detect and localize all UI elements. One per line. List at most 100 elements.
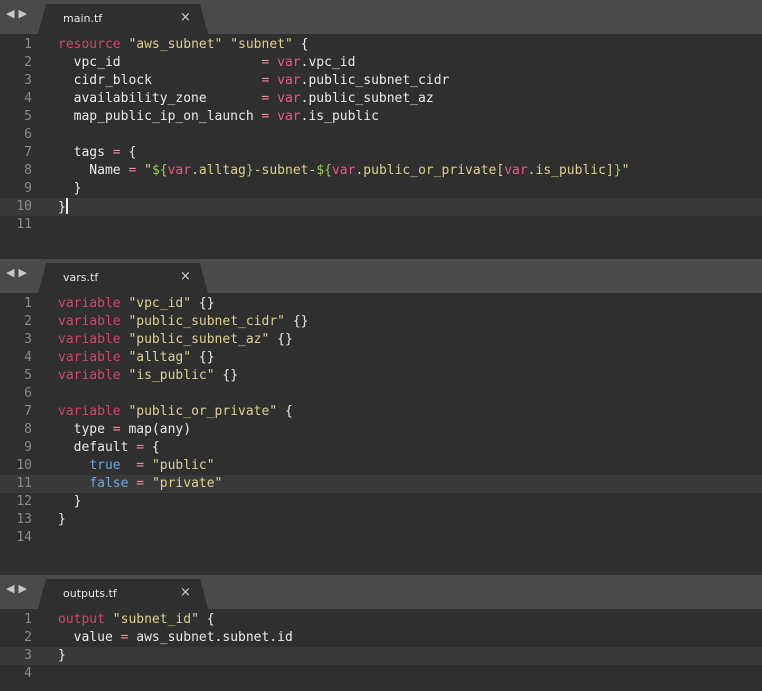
code-line[interactable]: 4 variable "alltag" {} bbox=[0, 349, 762, 367]
line-number: 4 bbox=[24, 350, 32, 365]
code-editor[interactable]: 1 output "subnet_id" {2 value = aws_subne… bbox=[0, 609, 762, 691]
code-line[interactable]: 3 variable "public_subnet_az" {} bbox=[0, 331, 762, 349]
code-editor[interactable]: 1 variable "vpc_id" {} 2 variable "public_s… bbox=[0, 293, 762, 573]
line-content: type = map(any) bbox=[58, 421, 191, 439]
code-line[interactable]: 10 true = "public" bbox=[0, 457, 762, 475]
code-token: vpc_id bbox=[58, 55, 262, 70]
code-token: "public" bbox=[151, 458, 215, 473]
code-line[interactable]: 9 } bbox=[0, 180, 762, 198]
code-token: "subnet_id" bbox=[112, 612, 199, 627]
tab-title: outputs.tf bbox=[63, 587, 117, 600]
code-token: default bbox=[58, 440, 137, 455]
code-token: variable bbox=[58, 332, 121, 347]
line-content: variable "vpc_id" {} bbox=[58, 295, 215, 313]
code-token: ${ bbox=[316, 163, 332, 178]
code-line[interactable]: 2 vpc_id = var.vpc_id bbox=[0, 54, 762, 72]
close-icon[interactable]: × bbox=[180, 269, 191, 284]
code-token: "aws_subnet" bbox=[128, 37, 223, 52]
line-content: } bbox=[58, 198, 68, 217]
line-number: 2 bbox=[24, 55, 32, 70]
code-token: value bbox=[58, 630, 121, 645]
code-token: "alltag" bbox=[128, 350, 192, 365]
code-token: true bbox=[89, 458, 121, 473]
code-line[interactable]: 8 Name = "${var.alltag}-subnet-${var.pub… bbox=[0, 162, 762, 180]
tab-vars-tf[interactable]: vars.tf × bbox=[38, 263, 208, 293]
code-line[interactable]: 8 type = map(any) bbox=[0, 421, 762, 439]
code-token: = bbox=[112, 145, 121, 160]
forward-arrow-icon[interactable]: ▶ bbox=[18, 266, 30, 279]
line-number: 5 bbox=[24, 109, 32, 124]
close-icon[interactable]: × bbox=[180, 585, 191, 600]
back-arrow-icon[interactable]: ◀ bbox=[6, 7, 18, 20]
line-content: Name = "${var.alltag}-subnet-${var.publi… bbox=[58, 162, 629, 180]
code-line[interactable]: 12 } bbox=[0, 493, 762, 511]
code-line[interactable]: 5 variable "is_public" {} bbox=[0, 367, 762, 385]
code-line[interactable]: 2 value = aws_subnet.subnet.id bbox=[0, 629, 762, 647]
code-editor[interactable]: 1 resource "aws_subnet" "subnet" {2 vpc_i… bbox=[0, 34, 762, 258]
tab-outputs-tf[interactable]: outputs.tf × bbox=[38, 579, 208, 609]
code-line[interactable]: 5 map_public_ip_on_launch = var.is_publi… bbox=[0, 108, 762, 126]
line-number: 14 bbox=[16, 530, 32, 545]
tab-title: main.tf bbox=[63, 12, 103, 25]
code-token: variable bbox=[58, 368, 121, 383]
code-line[interactable]: 6 bbox=[0, 385, 762, 403]
code-token: "private" bbox=[151, 476, 223, 491]
line-number: 3 bbox=[24, 648, 32, 663]
line-number: 3 bbox=[24, 332, 32, 347]
code-line[interactable]: 1 variable "vpc_id" {} bbox=[0, 295, 762, 313]
code-line[interactable]: 4 bbox=[0, 665, 762, 683]
code-token: map(any) bbox=[120, 422, 192, 437]
code-line[interactable]: 3} bbox=[0, 647, 762, 665]
line-content: variable "public_subnet_az" {} bbox=[58, 331, 293, 349]
line-number: 2 bbox=[24, 630, 32, 645]
close-icon[interactable]: × bbox=[180, 10, 191, 25]
code-line[interactable]: 7 variable "public_or_private" { bbox=[0, 403, 762, 421]
code-token: cidr_block bbox=[58, 73, 262, 88]
code-token: aws_subnet.subnet.id bbox=[128, 630, 293, 645]
code-line[interactable]: 3 cidr_block = var.public_subnet_cidr bbox=[0, 72, 762, 90]
forward-arrow-icon[interactable]: ▶ bbox=[18, 7, 30, 20]
code-token: { bbox=[120, 145, 137, 160]
code-line[interactable]: 7 tags = { bbox=[0, 144, 762, 162]
code-line[interactable]: 6 bbox=[0, 126, 762, 144]
code-token: map_public_ip_on_launch bbox=[58, 109, 262, 124]
code-line[interactable]: 1 resource "aws_subnet" "subnet" { bbox=[0, 36, 762, 54]
code-line[interactable]: 4 availability_zone = var.public_subnet_… bbox=[0, 90, 762, 108]
forward-arrow-icon[interactable]: ▶ bbox=[18, 582, 30, 595]
code-token: variable bbox=[58, 314, 121, 329]
nav-arrows[interactable]: ◀▶ bbox=[6, 582, 31, 595]
line-number: 11 bbox=[16, 217, 32, 232]
line-number: 7 bbox=[24, 404, 32, 419]
code-line[interactable]: 11 bbox=[0, 216, 762, 234]
code-token: output bbox=[58, 612, 105, 627]
editor-pane-vars: ◀▶ vars.tf × 1 variable "vpc_id" {} 2 varia… bbox=[0, 259, 762, 573]
tab-bar: ◀▶ vars.tf × bbox=[0, 259, 762, 293]
nav-arrows[interactable]: ◀▶ bbox=[6, 266, 31, 279]
code-token: "public_or_private" bbox=[128, 404, 278, 419]
tab-bar: ◀▶ outputs.tf × bbox=[0, 575, 762, 609]
tab-main-tf[interactable]: main.tf × bbox=[38, 4, 208, 34]
editor-pane-main: ◀▶ main.tf × 1 resource "aws_subnet" "sub… bbox=[0, 0, 762, 258]
back-arrow-icon[interactable]: ◀ bbox=[6, 266, 18, 279]
code-line[interactable]: 14 bbox=[0, 529, 762, 547]
line-content: availability_zone = var.public_subnet_az bbox=[58, 90, 434, 108]
line-number: 1 bbox=[24, 612, 32, 627]
line-number: 9 bbox=[24, 440, 32, 455]
code-line[interactable]: 11 false = "private" bbox=[0, 475, 762, 493]
code-line[interactable]: 10} bbox=[0, 198, 762, 216]
code-line[interactable]: 1 output "subnet_id" { bbox=[0, 611, 762, 629]
code-token: } bbox=[58, 494, 82, 509]
back-arrow-icon[interactable]: ◀ bbox=[6, 582, 18, 595]
nav-arrows[interactable]: ◀▶ bbox=[6, 7, 31, 20]
code-line[interactable]: 9 default = { bbox=[0, 439, 762, 457]
code-line[interactable]: 2 variable "public_subnet_cidr" {} bbox=[0, 313, 762, 331]
code-token: "subnet" bbox=[230, 37, 293, 52]
code-token: var bbox=[331, 163, 356, 178]
code-line[interactable]: 13} bbox=[0, 511, 762, 529]
code-token: "vpc_id" bbox=[128, 296, 192, 311]
